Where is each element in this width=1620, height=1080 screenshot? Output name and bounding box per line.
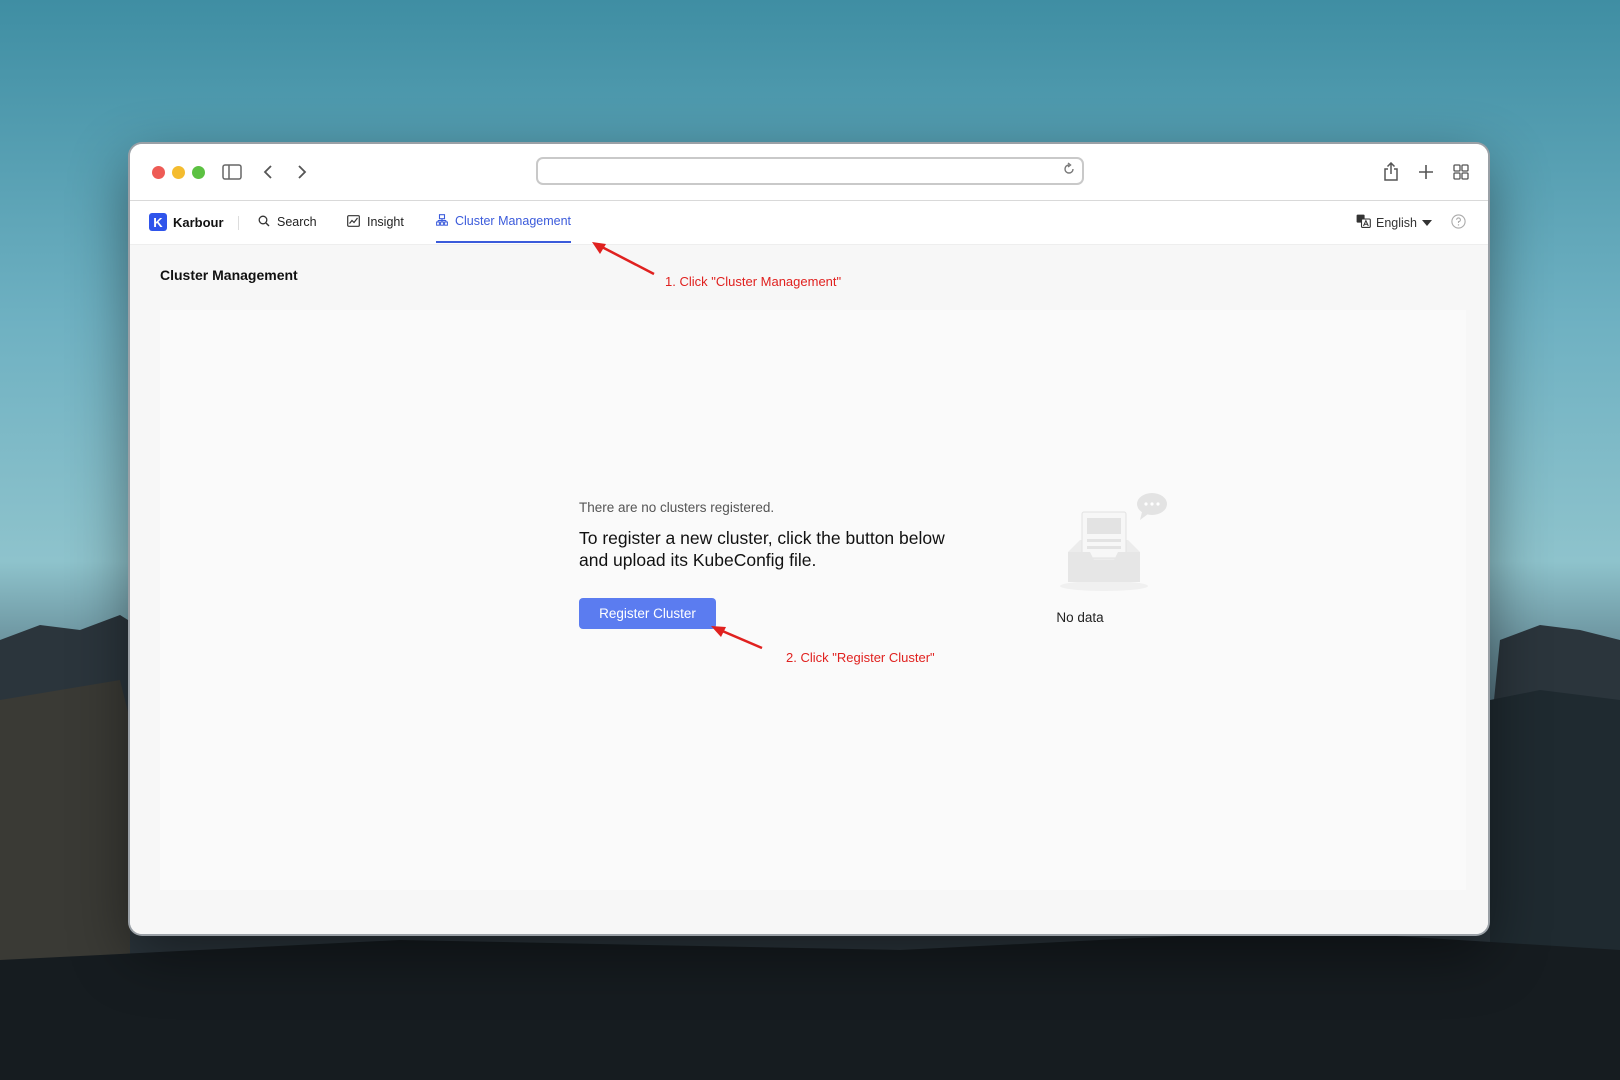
sidebar-toggle-icon[interactable] bbox=[220, 160, 244, 184]
empty-state-subtitle: There are no clusters registered. bbox=[579, 500, 775, 515]
annotation-step-2: 2. Click "Register Cluster" bbox=[786, 650, 935, 665]
empty-state-copy: There are no clusters registered. To reg… bbox=[579, 500, 959, 571]
new-tab-icon[interactable] bbox=[1414, 160, 1438, 184]
annotation-step-1: 1. Click "Cluster Management" bbox=[665, 274, 842, 289]
cluster-icon bbox=[436, 213, 448, 229]
close-window-button[interactable] bbox=[152, 166, 165, 179]
back-icon[interactable] bbox=[256, 160, 280, 184]
reload-icon[interactable] bbox=[1062, 162, 1076, 181]
brand-logo: K bbox=[149, 213, 167, 231]
brand-name: Karbour bbox=[173, 214, 224, 230]
minimize-window-button[interactable] bbox=[172, 166, 185, 179]
nav-item-label: Cluster Management bbox=[455, 214, 572, 228]
nav-item-search[interactable]: Search bbox=[258, 201, 317, 243]
no-data-label: No data bbox=[1056, 610, 1104, 625]
app-navbar: K Karbour Search Insight Cluster Managem… bbox=[130, 201, 1488, 245]
forward-icon[interactable] bbox=[290, 160, 314, 184]
empty-state-message: To register a new cluster, click the but… bbox=[579, 528, 945, 570]
language-label: English bbox=[1376, 215, 1417, 230]
empty-inbox-icon bbox=[1060, 490, 1170, 605]
translate-icon bbox=[1356, 214, 1371, 231]
search-icon bbox=[258, 215, 270, 230]
nav-item-insight[interactable]: Insight bbox=[347, 201, 404, 243]
maximize-window-button[interactable] bbox=[192, 166, 205, 179]
page-title: Cluster Management bbox=[160, 267, 298, 283]
register-cluster-button[interactable]: Register Cluster bbox=[579, 598, 716, 629]
page-body: Cluster Management There are no clusters… bbox=[130, 245, 1488, 934]
browser-window: K Karbour Search Insight Cluster Managem… bbox=[130, 144, 1488, 934]
help-icon[interactable] bbox=[1451, 214, 1466, 234]
language-selector[interactable]: English bbox=[1356, 214, 1432, 231]
address-bar[interactable] bbox=[536, 157, 1084, 185]
brand[interactable]: K Karbour bbox=[149, 213, 224, 231]
empty-state-card: There are no clusters registered. To reg… bbox=[160, 310, 1466, 890]
tab-overview-icon[interactable] bbox=[1449, 160, 1473, 184]
nav-divider bbox=[238, 216, 239, 230]
nav-item-label: Insight bbox=[367, 215, 404, 229]
browser-toolbar bbox=[130, 144, 1488, 201]
nav-item-cluster-management[interactable]: Cluster Management bbox=[436, 201, 572, 243]
nav-item-label: Search bbox=[277, 215, 317, 229]
share-icon[interactable] bbox=[1379, 160, 1403, 184]
caret-down-icon bbox=[1422, 216, 1432, 230]
chart-icon bbox=[347, 214, 360, 230]
